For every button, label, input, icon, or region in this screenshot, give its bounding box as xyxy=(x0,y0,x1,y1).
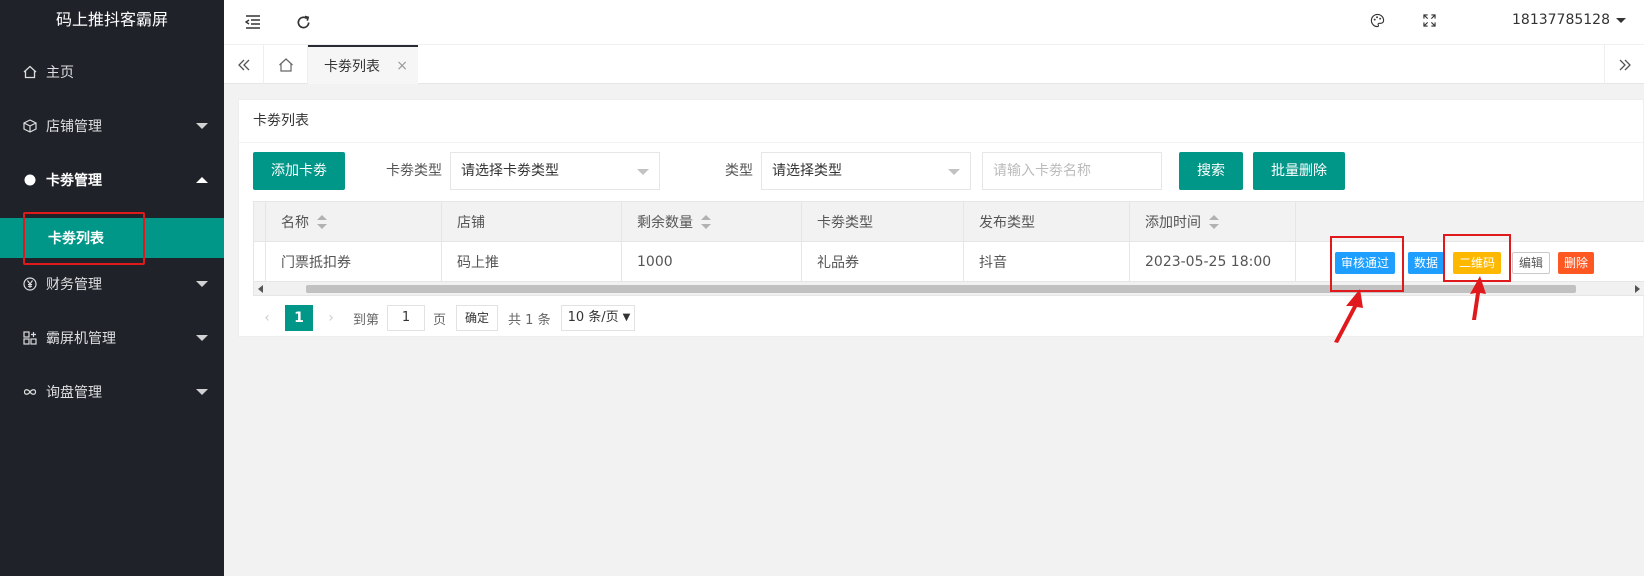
close-icon[interactable]: × xyxy=(396,58,408,74)
circle-icon xyxy=(22,172,38,188)
cell-publish-type: 抖音 xyxy=(964,242,1130,281)
sidebar-item-coupon[interactable]: 卡劵管理 xyxy=(0,154,224,206)
chevron-down-icon xyxy=(196,123,208,129)
add-coupon-button[interactable]: 添加卡劵 xyxy=(253,152,345,190)
sidebar-item-inquiry[interactable]: 询盘管理 xyxy=(0,366,224,418)
sidebar-item-screen-machine[interactable]: 霸屏机管理 xyxy=(0,312,224,364)
card-title: 卡劵列表 xyxy=(239,100,1643,143)
approve-button[interactable]: 审核通过 xyxy=(1335,252,1396,274)
sort-icon[interactable] xyxy=(317,214,327,229)
coupon-list-card: 卡劵列表 添加卡劵 卡劵类型 请选择卡劵类型 类型 请选择类型 请输入卡劵名称 … xyxy=(238,99,1644,337)
chevron-down-icon xyxy=(948,169,960,175)
next-page-icon[interactable]: › xyxy=(317,305,345,331)
sidebar-item-label: 主页 xyxy=(46,65,74,81)
sidebar-item-label: 店铺管理 xyxy=(46,119,102,135)
table-cell xyxy=(254,202,266,241)
sidebar-item-finance[interactable]: 财务管理 xyxy=(0,258,224,310)
category-select-value: 请选择类型 xyxy=(772,163,842,179)
tabs-scroll-right-icon[interactable] xyxy=(1604,45,1644,84)
menu-fold-icon[interactable] xyxy=(238,0,268,44)
coupon-name-input[interactable]: 请输入卡劵名称 xyxy=(982,152,1162,190)
column-header-actions xyxy=(1296,202,1636,241)
column-header-remaining[interactable]: 剩余数量 xyxy=(622,202,802,241)
yen-icon xyxy=(22,276,38,292)
tab-home-icon[interactable] xyxy=(264,45,308,84)
pagination: ‹ 1 › 到第 1 页 确定 共 1 条 10 条/页 ▼ xyxy=(253,305,636,331)
data-button[interactable]: 数据 xyxy=(1408,252,1445,274)
coupon-type-label: 卡劵类型 xyxy=(386,163,442,179)
prev-page-icon[interactable]: ‹ xyxy=(253,305,281,331)
top-header: 18137785128 xyxy=(224,0,1644,44)
refresh-icon[interactable] xyxy=(288,0,318,44)
tabs-bar: 卡劵列表 × xyxy=(224,44,1644,84)
infinity-icon xyxy=(22,384,38,400)
column-header-shop: 店铺 xyxy=(442,202,622,241)
goto-confirm-button[interactable]: 确定 xyxy=(456,305,499,331)
page-current[interactable]: 1 xyxy=(285,305,313,331)
sidebar-item-shop[interactable]: 店铺管理 xyxy=(0,100,224,152)
category-select[interactable]: 请选择类型 xyxy=(761,152,971,190)
coupon-type-select-value: 请选择卡劵类型 xyxy=(461,163,559,179)
page-unit-label: 页 xyxy=(433,312,447,328)
user-menu[interactable]: 18137785128 xyxy=(1512,0,1626,40)
table-cell xyxy=(254,242,266,281)
cell-added-time: 2023-05-25 18:00 xyxy=(1130,242,1296,281)
cell-name: 门票抵扣券 xyxy=(266,242,442,281)
home-icon xyxy=(22,64,38,80)
app-logo-title: 码上推抖客霸屏 xyxy=(0,0,224,42)
sidebar-item-label: 卡劵管理 xyxy=(46,173,102,189)
chevron-up-icon xyxy=(196,177,208,183)
total-count: 共 1 条 xyxy=(508,312,551,328)
apps-icon xyxy=(22,330,38,346)
cell-actions: 审核通过 数据 二维码 编辑 删除 xyxy=(1296,242,1636,281)
cell-shop: 码上推 xyxy=(442,242,622,281)
column-header-publish-type: 发布类型 xyxy=(964,202,1130,241)
cube-icon xyxy=(22,118,38,134)
chevron-down-icon: ▼ xyxy=(622,312,631,323)
chevron-down-icon xyxy=(196,389,208,395)
sidebar-item-label: 财务管理 xyxy=(46,277,102,293)
goto-label: 到第 xyxy=(353,312,380,328)
delete-button[interactable]: 删除 xyxy=(1558,252,1595,274)
category-label: 类型 xyxy=(725,163,753,179)
caret-down-icon xyxy=(1616,17,1626,23)
column-header-coupon-type: 卡劵类型 xyxy=(802,202,964,241)
sidebar: 码上推抖客霸屏 主页 店铺管理 卡劵管理 卡劵列表 财务管理 霸屏机管理 询盘管… xyxy=(0,0,224,576)
scroll-left-icon[interactable] xyxy=(258,285,263,293)
scroll-right-icon[interactable] xyxy=(1635,285,1640,293)
user-name: 18137785128 xyxy=(1512,12,1610,28)
table-horizontal-scrollbar[interactable] xyxy=(253,282,1644,296)
tabs-scroll-left-icon[interactable] xyxy=(224,45,264,84)
sort-icon[interactable] xyxy=(701,214,711,229)
column-header-name[interactable]: 名称 xyxy=(266,202,442,241)
sort-icon[interactable] xyxy=(1209,214,1219,229)
sidebar-subitem-coupon-list[interactable]: 卡劵列表 xyxy=(0,218,224,258)
coupon-type-select[interactable]: 请选择卡劵类型 xyxy=(450,152,660,190)
search-button[interactable]: 搜索 xyxy=(1179,152,1243,190)
scrollbar-thumb[interactable] xyxy=(306,285,1576,293)
chevron-down-icon xyxy=(637,169,649,175)
sidebar-item-home[interactable]: 主页 xyxy=(0,46,224,98)
cell-coupon-type: 礼品券 xyxy=(802,242,964,281)
fullscreen-icon[interactable] xyxy=(1414,0,1444,42)
sidebar-item-label: 询盘管理 xyxy=(46,385,102,401)
page-size-select[interactable]: 10 条/页 ▼ xyxy=(560,305,636,331)
sidebar-item-label: 霸屏机管理 xyxy=(46,331,116,347)
edit-button[interactable]: 编辑 xyxy=(1512,252,1551,274)
palette-icon[interactable] xyxy=(1362,0,1392,42)
tab-label: 卡劵列表 xyxy=(324,58,380,75)
chevron-down-icon xyxy=(196,335,208,341)
cell-remaining: 1000 xyxy=(622,242,802,281)
table-row: 门票抵扣券 码上推 1000 礼品券 抖音 2023-05-25 18:00 审… xyxy=(254,242,1644,282)
coupon-table: 名称 店铺 剩余数量 卡劵类型 发布类型 添加时间 门票抵扣券 码上推 1000… xyxy=(253,201,1644,283)
batch-delete-button[interactable]: 批量删除 xyxy=(1253,152,1345,190)
qrcode-button[interactable]: 二维码 xyxy=(1453,252,1502,274)
goto-page-input[interactable]: 1 xyxy=(387,305,426,331)
table-header-row: 名称 店铺 剩余数量 卡劵类型 发布类型 添加时间 xyxy=(254,202,1644,242)
column-header-added-time[interactable]: 添加时间 xyxy=(1130,202,1296,241)
chevron-down-icon xyxy=(196,281,208,287)
tab-coupon-list[interactable]: 卡劵列表 × xyxy=(308,45,418,84)
sidebar-subitem-label: 卡劵列表 xyxy=(48,231,104,247)
